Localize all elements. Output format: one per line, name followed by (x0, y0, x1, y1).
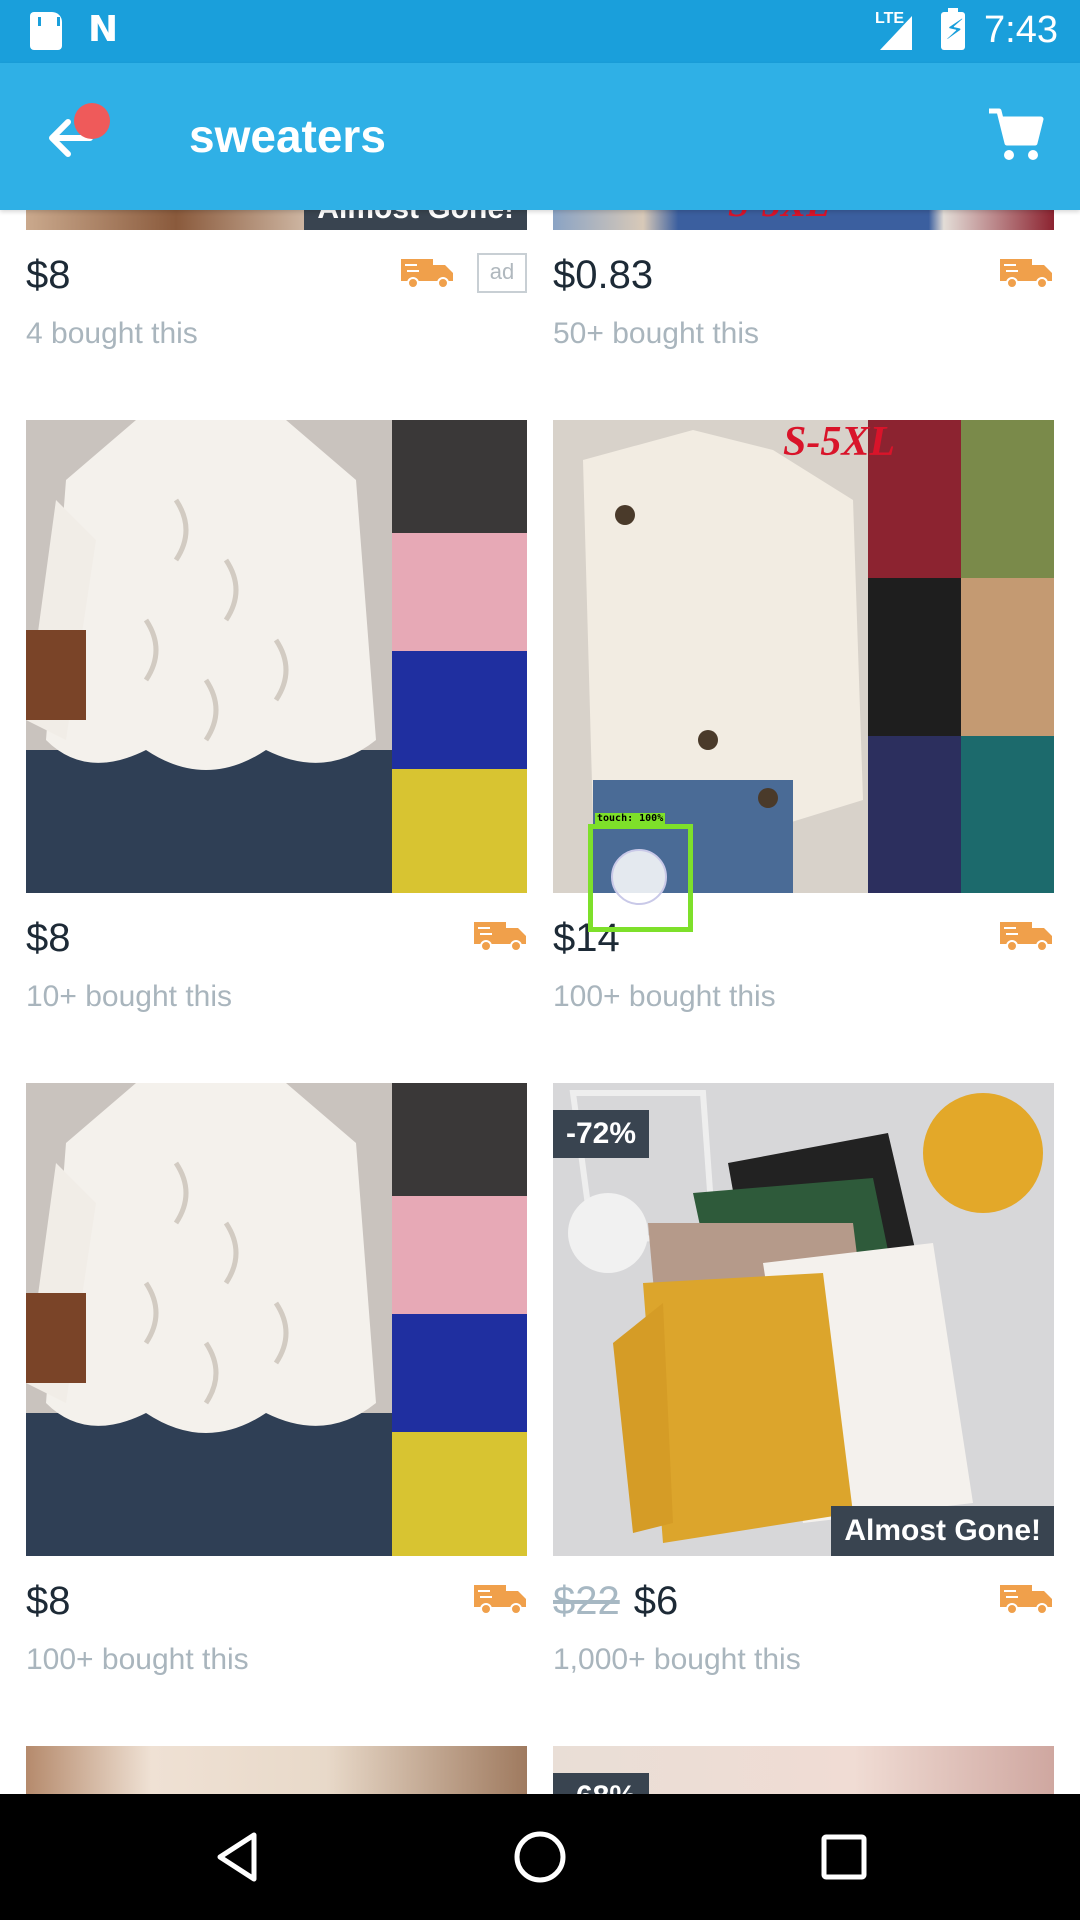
almost-gone-badge: Almost Gone! (831, 1506, 1054, 1556)
n-notification-icon: N (88, 9, 119, 50)
free-shipping-truck-icon (401, 259, 453, 289)
product-image[interactable] (26, 1083, 527, 1556)
size-label: S-5XL (728, 210, 829, 226)
free-shipping-truck-icon (474, 922, 526, 952)
bought-count: 100+ bought this (553, 980, 776, 1013)
cart-icon[interactable] (985, 105, 1045, 165)
navigation-bar (0, 1794, 1080, 1920)
back-nav-icon[interactable] (208, 1827, 268, 1887)
original-price: $22 (553, 1579, 620, 1623)
notification-dot (74, 103, 110, 139)
sd-card-icon (30, 12, 62, 50)
size-label: S-5XL (783, 420, 896, 465)
bought-count: 4 bought this (26, 317, 198, 350)
bought-count: 50+ bought this (553, 317, 760, 350)
product-image[interactable] (26, 420, 527, 893)
bought-count: 10+ bought this (26, 980, 233, 1013)
product-price: $0.83 (553, 253, 654, 297)
home-nav-icon[interactable] (510, 1827, 570, 1887)
product-image-partial[interactable]: Almost Gone! (26, 210, 527, 230)
touch-label: touch: 100% (595, 813, 666, 824)
product-image-partial[interactable]: S-5XL (553, 210, 1054, 230)
discount-badge: -68% (553, 1773, 650, 1794)
product-price: $8 (26, 1579, 71, 1623)
free-shipping-truck-icon (1000, 1585, 1052, 1615)
product-price: $6 (633, 1579, 679, 1623)
product-price-group: $22 $6 (553, 1579, 678, 1624)
page-title: sweaters (189, 110, 386, 162)
almost-gone-badge: Almost Gone! (304, 210, 527, 230)
product-image-partial[interactable]: -68% (553, 1746, 1054, 1794)
app-bar: sweaters (0, 63, 1080, 210)
bought-count: 1,000+ bought this (553, 1643, 801, 1676)
clock: 7:43 (984, 9, 1058, 51)
touch-point (611, 849, 667, 905)
product-feed[interactable]: Almost Gone! S-5XL $8 ad 4 bought this $… (0, 210, 1080, 1794)
charging-icon: ⚡ (945, 13, 965, 46)
discount-badge: -72% (553, 1110, 650, 1158)
product-price: $8 (26, 253, 71, 297)
product-image[interactable]: -72% Almost Gone! (553, 1083, 1054, 1556)
sweater-photo (26, 420, 527, 893)
signal-icon (880, 16, 912, 50)
touch-indicator: touch: 100% (588, 813, 693, 932)
free-shipping-truck-icon (474, 1585, 526, 1615)
bought-count: 100+ bought this (26, 1643, 249, 1676)
ad-label: ad (477, 253, 527, 293)
sweater-photo (26, 1083, 527, 1556)
product-price: $8 (26, 916, 71, 960)
recents-nav-icon[interactable] (814, 1827, 874, 1887)
product-image-partial[interactable] (26, 1746, 527, 1794)
status-bar: N LTE ⚡ 7:43 (0, 0, 1080, 63)
free-shipping-truck-icon (1000, 922, 1052, 952)
free-shipping-truck-icon (1000, 259, 1052, 289)
